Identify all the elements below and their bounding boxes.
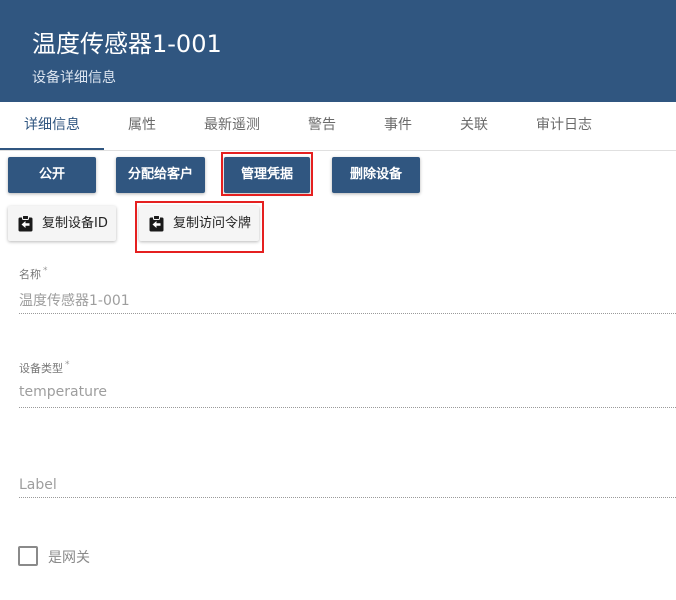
name-input[interactable]: 温度传感器1-001 — [19, 290, 130, 310]
name-label: 名称 * — [19, 266, 48, 281]
clipboard-arrow-left-icon — [18, 215, 33, 232]
device-type-underline — [19, 407, 676, 408]
tab-alarms[interactable]: 警告 — [284, 102, 360, 150]
label-input[interactable]: Label — [19, 477, 57, 493]
device-subtitle: 设备详细信息 — [32, 70, 116, 86]
active-tab-indicator — [0, 148, 104, 150]
delete-device-button[interactable]: 删除设备 — [332, 157, 420, 193]
label-input-underline — [19, 497, 676, 498]
device-title: 温度传感器1-001 — [32, 30, 222, 58]
device-type-input[interactable]: temperature — [19, 384, 107, 400]
tab-details[interactable]: 详细信息 — [0, 102, 104, 150]
tab-bar: 详细信息 属性 最新遥测 警告 事件 关联 审计日志 — [0, 102, 676, 151]
assign-to-customer-button[interactable]: 分配给客户 — [116, 157, 205, 193]
make-public-button[interactable]: 公开 — [8, 157, 96, 193]
page-header: 温度传感器1-001 设备详细信息 — [0, 0, 676, 102]
device-type-label: 设备类型 * — [19, 360, 70, 375]
copy-device-id-button[interactable]: 复制设备ID — [8, 206, 116, 241]
is-gateway-checkbox[interactable] — [18, 546, 38, 566]
tab-events[interactable]: 事件 — [360, 102, 436, 150]
tab-relations[interactable]: 关联 — [436, 102, 512, 150]
highlight-box — [135, 201, 264, 253]
copy-device-id-label: 复制设备ID — [42, 216, 108, 231]
tab-audit-logs[interactable]: 审计日志 — [512, 102, 616, 150]
highlight-box — [221, 152, 313, 196]
name-input-underline — [19, 313, 676, 314]
tab-attributes[interactable]: 属性 — [104, 102, 180, 150]
tab-latest-telemetry[interactable]: 最新遥测 — [180, 102, 284, 150]
is-gateway-label: 是网关 — [48, 550, 90, 566]
